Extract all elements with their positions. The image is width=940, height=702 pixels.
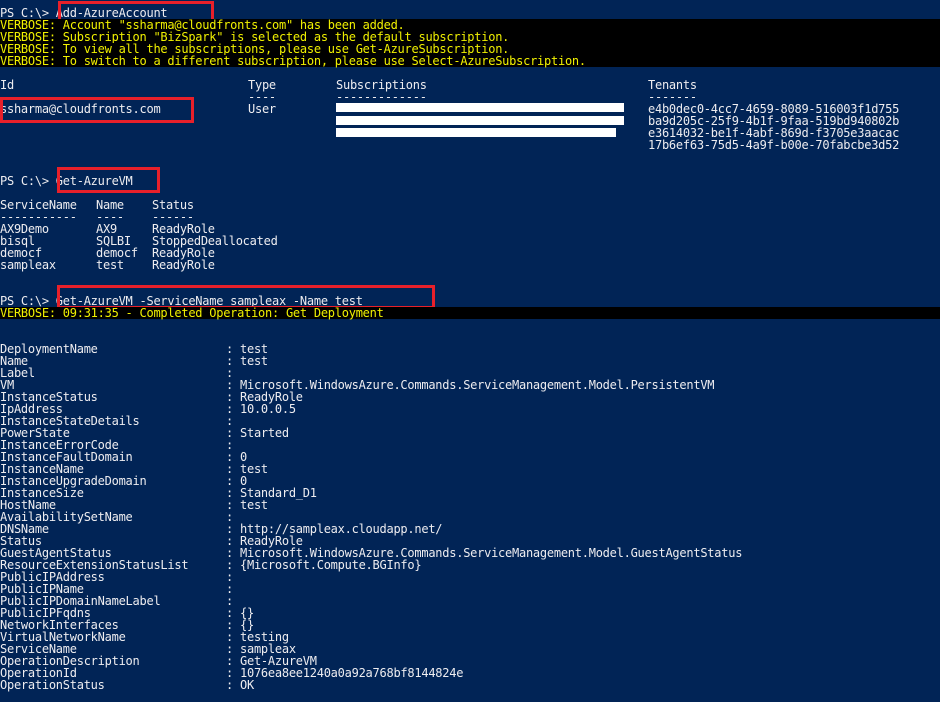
vm-name: test [96,258,124,272]
property-value: OK [240,678,254,692]
property-value: 10.0.0.5 [240,402,296,416]
vm-status: ReadyRole [152,258,215,272]
redacted-subscription [336,103,624,112]
property-value: Microsoft.WindowsAzure.Commands.ServiceM… [240,378,715,392]
vm-service-name: sampleax [0,258,56,272]
property-value: test [240,498,268,512]
verbose-line: VERBOSE: To switch to a different subscr… [0,55,940,67]
property-key: OperationStatus [0,678,105,692]
property-value: test [240,354,268,368]
tenant-id: 17b6ef63-75d5-4a9f-b00e-70fabcbe3d52 [648,138,900,152]
verbose-line-deployment: VERBOSE: 09:31:35 - Completed Operation:… [0,307,940,319]
redacted-subscription [336,128,616,137]
highlight-box-account-id [0,97,194,123]
redacted-subscription [336,116,624,125]
property-value: Started [240,426,289,440]
account-type: User [248,102,276,116]
property-separator: : [226,678,233,692]
powershell-console[interactable]: PS C:\> Add-AzureAccount VERBOSE: Accoun… [0,0,940,702]
property-value: {Microsoft.Compute.BGInfo} [240,558,422,572]
prompt: PS C:\> [0,174,56,188]
column-underline: ------------- [336,90,427,104]
highlight-box-get-vm [57,167,160,193]
property-value: 1076ea8ee1240a0a92a768bf8144824e [240,666,464,680]
